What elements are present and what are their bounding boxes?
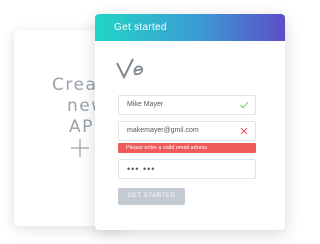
name-field[interactable]: Mike Mayer — [118, 95, 256, 115]
checkmark-icon — [240, 101, 249, 109]
ve-logo — [116, 58, 144, 80]
name-value: Mike Mayer — [127, 101, 164, 108]
get-started-button[interactable]: GET STARTED — [118, 188, 185, 205]
password-value: ••• ••• — [127, 164, 156, 174]
signup-card: Get started Mike Mayer makemayer@gmil.co… — [95, 14, 285, 230]
email-value: makemayer@gmil.com — [127, 127, 199, 134]
plus-icon[interactable] — [70, 138, 90, 158]
password-field[interactable]: ••• ••• — [118, 159, 256, 179]
email-field[interactable]: makemayer@gmil.com — [118, 121, 256, 141]
signup-header: Get started — [95, 14, 285, 41]
signup-title: Get started — [114, 22, 167, 33]
email-error-message: Please enter a valid email adress — [118, 143, 256, 153]
x-icon — [240, 127, 248, 135]
